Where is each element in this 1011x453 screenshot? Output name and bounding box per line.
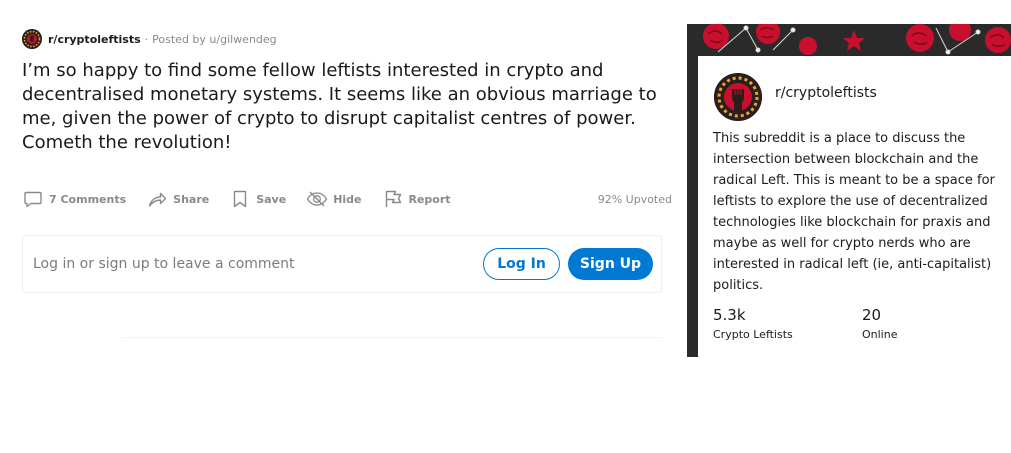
comments-button[interactable]: 7 Comments: [22, 188, 126, 210]
section-divider: [122, 337, 662, 338]
upvote-ratio: 92% Upvoted: [597, 192, 672, 206]
posted-by[interactable]: Posted by u/gilwendeg: [152, 33, 277, 46]
flag-icon: [382, 188, 404, 210]
members-label: Crypto Leftists: [713, 328, 793, 341]
post-meta: r/cryptoleftists · Posted by u/gilwendeg: [22, 28, 672, 50]
save-label: Save: [256, 192, 287, 206]
hide-button[interactable]: Hide: [306, 188, 362, 210]
save-button[interactable]: Save: [229, 188, 286, 210]
subreddit-link[interactable]: r/cryptoleftists: [48, 33, 141, 46]
share-button[interactable]: Share: [146, 188, 209, 210]
share-arrow-icon: [146, 188, 168, 210]
community-description: This subreddit is a place to discuss the…: [713, 131, 995, 293]
comment-login-box: Log in or sign up to leave a comment Log…: [22, 235, 662, 293]
members-count: 5.3k: [713, 306, 746, 324]
community-sidebar: r/cryptoleftists This subreddit is a pla…: [687, 24, 1011, 357]
community-banner: [698, 24, 1011, 56]
bookmark-icon: [229, 188, 251, 210]
comments-label: 7 Comments: [49, 192, 127, 206]
post-title: I’m so happy to find some fellow leftist…: [22, 60, 657, 153]
comment-bubble-icon: [22, 188, 44, 210]
post-card: r/cryptoleftists · Posted by u/gilwendeg…: [22, 28, 672, 338]
hide-label: Hide: [333, 192, 362, 206]
sidebar-dark-edge: [687, 24, 698, 357]
post-actions: 7 Comments Share Save Hide Report 92% Up…: [22, 186, 672, 212]
online-count: 20: [862, 306, 882, 324]
subreddit-avatar[interactable]: [712, 71, 764, 123]
online-label: Online: [862, 328, 898, 341]
share-label: Share: [173, 192, 210, 206]
signup-button[interactable]: Sign Up: [568, 248, 653, 280]
sidebar-subreddit-name[interactable]: r/cryptoleftists: [775, 85, 877, 101]
meta-separator: ·: [144, 32, 149, 46]
online-stat: 20 Online: [862, 306, 897, 341]
members-stat: 5.3k Crypto Leftists: [713, 306, 793, 341]
login-button[interactable]: Log In: [483, 248, 560, 280]
comment-prompt: Log in or sign up to leave a comment: [33, 256, 295, 272]
report-button[interactable]: Report: [382, 188, 451, 210]
eye-slash-icon: [306, 188, 328, 210]
report-label: Report: [408, 192, 451, 206]
subreddit-avatar-small[interactable]: [22, 29, 42, 49]
